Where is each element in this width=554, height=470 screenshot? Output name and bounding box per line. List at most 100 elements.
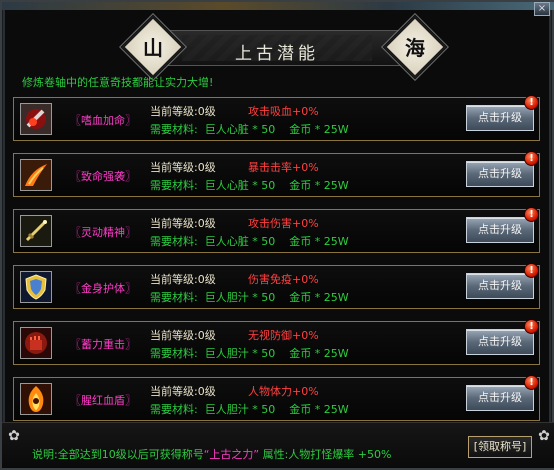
flame-figure-icon <box>21 384 51 414</box>
skill-name: 〖嗜血加命〗 <box>70 114 136 127</box>
alert-icon: ! <box>524 207 539 222</box>
skill-level-line: 当前等级:0级 <box>150 159 216 175</box>
skill-icon-frame <box>20 327 52 359</box>
footer-suffix: 属性:人物打怪爆率 +50% <box>259 448 392 461</box>
skill-icon-frame <box>20 271 52 303</box>
skill-icon-frame <box>20 383 52 415</box>
skill-name: 〖致命强袭〗 <box>70 170 136 183</box>
level-value: 0级 <box>197 329 216 342</box>
coin-qty: * 25W <box>314 179 349 192</box>
material-label: 需要材料: <box>150 123 198 136</box>
skill-level-line: 当前等级:0级 <box>150 383 216 399</box>
skill-name: 〖灵动精神〗 <box>70 226 136 239</box>
alert-icon: ! <box>524 319 539 334</box>
material-qty: * 50 <box>252 123 276 136</box>
flower-ornament-icon: ✿ <box>538 428 550 444</box>
skill-row: 〖蓄力重击〗 当前等级:0级 无视防御+0% 需要材料: 巨人胆汁 * 50 金… <box>13 319 540 365</box>
coin-label: 金币 <box>289 179 312 192</box>
coin-qty: * 25W <box>314 123 349 136</box>
alert-icon: ! <box>524 375 539 390</box>
skill-icon-frame <box>20 215 52 247</box>
top-strip <box>2 2 554 10</box>
coin-qty: * 25W <box>314 235 349 248</box>
level-label: 当前等级: <box>150 273 198 286</box>
sword-icon <box>21 216 51 246</box>
level-value: 0级 <box>197 273 216 286</box>
coin-label: 金币 <box>289 291 312 304</box>
coin-label: 金币 <box>289 347 312 360</box>
close-button[interactable]: × <box>534 2 550 16</box>
shield-icon <box>21 272 51 302</box>
level-value: 0级 <box>197 105 216 118</box>
page-title: 上古潜能 <box>235 44 319 64</box>
skill-icon-frame <box>20 159 52 191</box>
skill-name: 〖金身护体〗 <box>70 282 136 295</box>
skill-level-line: 当前等级:0级 <box>150 271 216 287</box>
title-right-char: 海 <box>405 36 425 60</box>
title-left-char: 山 <box>143 36 163 60</box>
level-label: 当前等级: <box>150 385 198 398</box>
material-qty: * 50 <box>252 235 276 248</box>
level-label: 当前等级: <box>150 105 198 118</box>
material-label: 需要材料: <box>150 291 198 304</box>
material-label: 需要材料: <box>150 179 198 192</box>
skill-material-line: 需要材料: 巨人胆汁 * 50 金币 * 25W <box>150 289 349 305</box>
skill-effect: 无视防御+0% <box>248 329 319 342</box>
material-qty: * 50 <box>252 347 276 360</box>
material-name: 巨人胆汁 <box>204 291 249 304</box>
close-icon: × <box>537 3 547 14</box>
coin-qty: * 25W <box>314 291 349 304</box>
skill-effect: 暴击击率+0% <box>248 161 319 174</box>
material-label: 需要材料: <box>150 347 198 360</box>
skill-effect: 攻击伤害+0% <box>248 217 319 230</box>
intro-text: 修炼卷轴中的任意奇技都能让实力大增! <box>22 76 214 89</box>
skill-row: 〖腥红血盾〗 当前等级:0级 人物体力+0% 需要材料: 巨人胆汁 * 50 金… <box>13 375 540 421</box>
potential-panel: × 上古潜能 山 海 修炼卷轴中的任意奇技都能让实力大增! 〖嗜血加命〗 当前等… <box>0 0 554 470</box>
upgrade-button[interactable]: 点击升级 <box>466 161 534 187</box>
coin-qty: * 25W <box>314 403 349 416</box>
skill-material-line: 需要材料: 巨人心脏 * 50 金币 * 25W <box>150 177 349 193</box>
skill-material-line: 需要材料: 巨人心脏 * 50 金币 * 25W <box>150 233 349 249</box>
coin-qty: * 25W <box>314 347 349 360</box>
level-value: 0级 <box>197 217 216 230</box>
material-label: 需要材料: <box>150 235 198 248</box>
material-name: 巨人心脏 <box>204 235 249 248</box>
upgrade-button[interactable]: 点击升级 <box>466 329 534 355</box>
level-label: 当前等级: <box>150 161 198 174</box>
claim-title-button[interactable]: [领取称号] <box>468 436 532 458</box>
upgrade-button[interactable]: 点击升级 <box>466 105 534 131</box>
material-name: 巨人胆汁 <box>204 403 249 416</box>
skill-material-line: 需要材料: 巨人胆汁 * 50 金币 * 25W <box>150 345 349 361</box>
skill-effect: 攻击吸血+0% <box>248 105 319 118</box>
level-label: 当前等级: <box>150 217 198 230</box>
upgrade-button[interactable]: 点击升级 <box>466 217 534 243</box>
skill-effect: 伤害免疫+0% <box>248 273 319 286</box>
material-qty: * 50 <box>252 403 276 416</box>
footer-description: 说明:全部达到10级以后可获得称号“上古之力” 属性:人物打怪爆率 +50% <box>32 446 391 462</box>
flower-ornament-icon: ✿ <box>8 428 20 444</box>
material-name: 巨人心脏 <box>204 123 249 136</box>
blood-axe-icon <box>21 104 51 134</box>
coin-label: 金币 <box>289 123 312 136</box>
skill-level-line: 当前等级:0级 <box>150 327 216 343</box>
coin-label: 金币 <box>289 235 312 248</box>
fist-icon <box>21 328 51 358</box>
skill-name: 〖腥红血盾〗 <box>70 394 136 407</box>
alert-icon: ! <box>524 263 539 278</box>
fire-slash-icon <box>21 160 51 190</box>
alert-icon: ! <box>524 95 539 110</box>
footer-title-name: “上古之力” <box>203 448 260 461</box>
level-value: 0级 <box>197 161 216 174</box>
material-label: 需要材料: <box>150 403 198 416</box>
skill-icon-frame <box>20 103 52 135</box>
skill-row: 〖金身护体〗 当前等级:0级 伤害免疫+0% 需要材料: 巨人胆汁 * 50 金… <box>13 263 540 309</box>
material-name: 巨人心脏 <box>204 179 249 192</box>
skill-material-line: 需要材料: 巨人胆汁 * 50 金币 * 25W <box>150 401 349 417</box>
skill-level-line: 当前等级:0级 <box>150 215 216 231</box>
footer-prefix: 说明:全部达到10级以后可获得称号 <box>32 448 204 461</box>
level-label: 当前等级: <box>150 329 198 342</box>
upgrade-button[interactable]: 点击升级 <box>466 385 534 411</box>
upgrade-button[interactable]: 点击升级 <box>466 273 534 299</box>
skill-row: 〖灵动精神〗 当前等级:0级 攻击伤害+0% 需要材料: 巨人心脏 * 50 金… <box>13 207 540 253</box>
material-qty: * 50 <box>252 291 276 304</box>
